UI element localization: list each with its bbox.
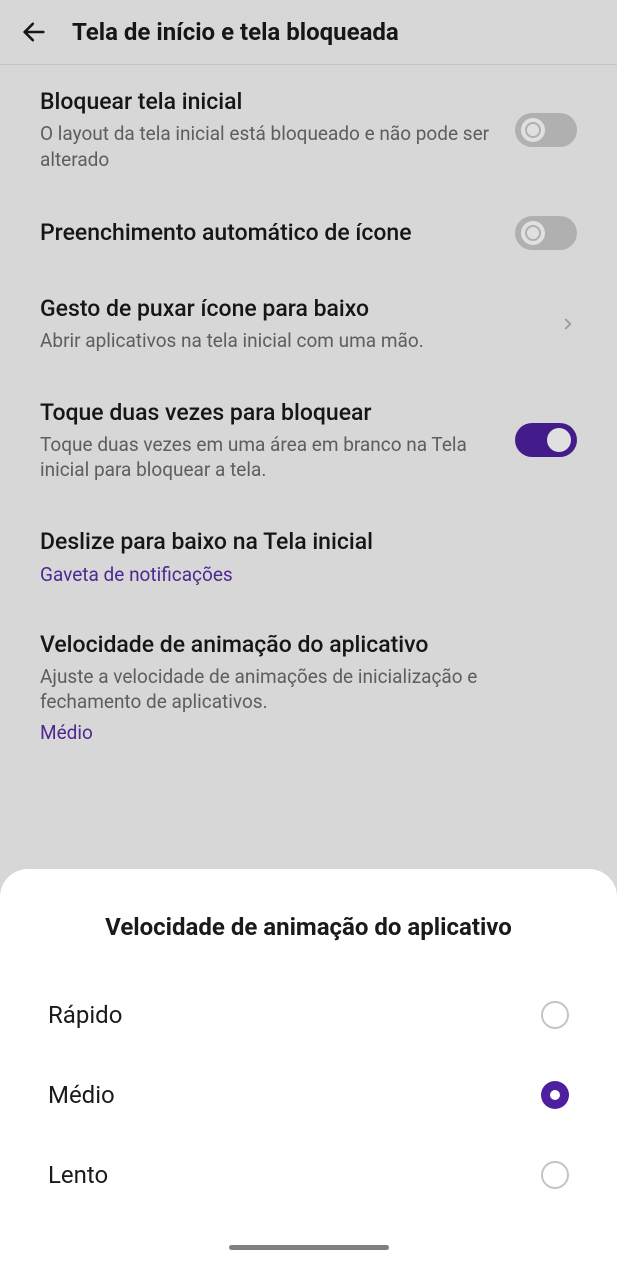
option-label: Médio xyxy=(48,1081,115,1109)
option-label: Lento xyxy=(48,1161,108,1189)
option-medio[interactable]: Médio xyxy=(0,1055,617,1135)
option-rapido[interactable]: Rápido xyxy=(0,975,617,1055)
radio-selected[interactable] xyxy=(541,1081,569,1109)
option-lento[interactable]: Lento xyxy=(0,1135,617,1215)
bottom-sheet: Velocidade de animação do aplicativo Ráp… xyxy=(0,869,617,1280)
radio-unselected[interactable] xyxy=(541,1161,569,1189)
home-indicator[interactable] xyxy=(229,1245,389,1250)
radio-unselected[interactable] xyxy=(541,1001,569,1029)
sheet-title: Velocidade de animação do aplicativo xyxy=(0,913,617,941)
option-label: Rápido xyxy=(48,1001,122,1029)
